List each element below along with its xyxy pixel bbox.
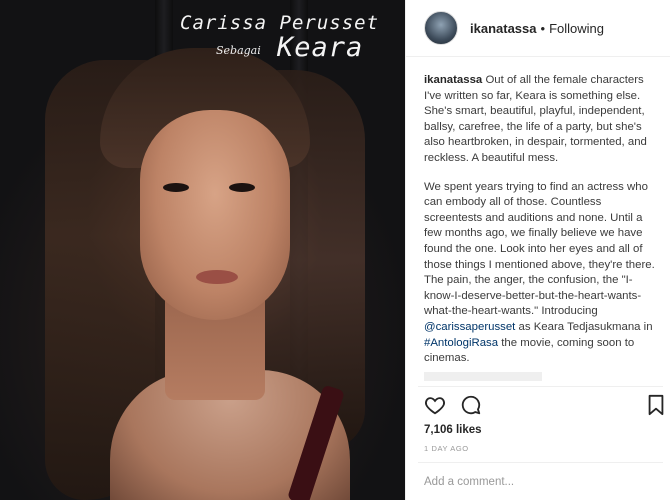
likes-count[interactable]: 7,106 likes: [424, 424, 482, 436]
eye-left: [163, 183, 189, 192]
post-side-panel: ikanatassa • Following ikanatassa Out of…: [405, 0, 670, 500]
post-header: ikanatassa • Following: [406, 0, 670, 57]
header-username[interactable]: ikanatassa: [470, 21, 537, 36]
loading-placeholder: [424, 372, 542, 381]
face: [140, 110, 290, 320]
post-caption: ikanatassa Out of all the female charact…: [424, 73, 661, 380]
eye-right: [229, 183, 255, 192]
following-button[interactable]: Following: [549, 21, 604, 36]
divider: [418, 462, 663, 463]
photo-caption-role: Keara: [277, 32, 364, 63]
photo-caption-name: Carissa Perusset: [180, 12, 380, 34]
divider: [418, 386, 663, 387]
comment-icon[interactable]: [460, 394, 482, 416]
post-timestamp[interactable]: 1 DAY AGO: [424, 444, 469, 453]
mention-link[interactable]: @carissaperusset: [424, 321, 515, 333]
avatar[interactable]: [424, 11, 458, 45]
hashtag-link[interactable]: #AntologiRasa: [424, 337, 498, 349]
caption-text-3: as Keara Tedjasukmana in: [518, 320, 653, 333]
photo-caption-as: Sebagai: [216, 44, 261, 57]
caption-text-1: Out of all the female characters I've wr…: [424, 74, 647, 164]
action-bar: [424, 394, 664, 416]
heart-icon[interactable]: [424, 394, 446, 416]
bookmark-icon[interactable]: [647, 394, 665, 416]
caption-paragraph-1: ikanatassa Out of all the female charact…: [424, 73, 661, 167]
caption-username[interactable]: ikanatassa: [424, 74, 482, 86]
post-photo[interactable]: Carissa Perusset Sebagai Keara: [0, 0, 405, 500]
add-comment-input[interactable]: Add a comment...: [424, 476, 514, 488]
caption-paragraph-2: We spent years trying to find an actress…: [424, 180, 661, 367]
lips: [196, 270, 238, 284]
header-separator: •: [540, 20, 546, 36]
caption-text-2: We spent years trying to find an actress…: [424, 180, 655, 318]
